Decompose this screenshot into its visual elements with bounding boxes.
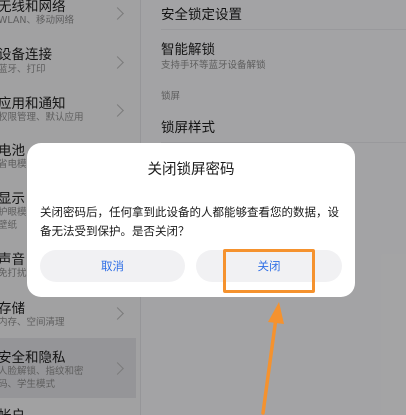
annotation-arrow-icon: [261, 302, 284, 415]
